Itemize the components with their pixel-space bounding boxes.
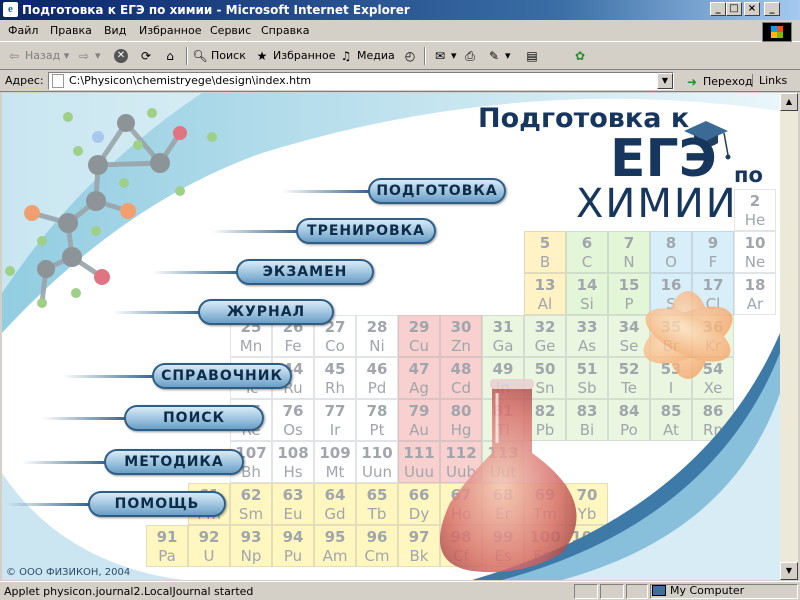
stop-button[interactable]: ✕ <box>114 47 131 65</box>
menu-connector <box>22 461 110 464</box>
back-button[interactable]: ⇦ Назад ▾ <box>6 47 69 65</box>
windows-logo-icon <box>762 22 792 42</box>
go-arrow-icon: ➜ <box>686 75 698 89</box>
menu-bar: Файл Правка Вид Избранное Сервис Справка <box>0 20 800 42</box>
doc-minimize-button[interactable]: _ <box>764 2 780 16</box>
forward-button[interactable]: ⇨ ▾ <box>76 47 101 65</box>
go-button[interactable]: ➜ Переход <box>684 74 753 90</box>
stop-icon: ✕ <box>114 49 128 63</box>
home-button[interactable]: ⌂ <box>162 47 181 65</box>
window-title: Подготовка к ЕГЭ по химии - Microsoft In… <box>22 3 410 17</box>
menu-trenirovka[interactable]: ТРЕНИРОВКА <box>296 218 436 244</box>
page-content: 2 He 5 B 6 C 7 N 8 O 9 F 10 Ne 13 Al 14 Si 15 P 16 S 17 Cl 18 Ar 2… <box>2 93 780 580</box>
menu-connector <box>42 417 130 420</box>
media-button[interactable]: ♫ Медиа <box>338 47 395 65</box>
edit-icon: ✎ <box>488 49 500 63</box>
print-button[interactable]: ⎙ <box>462 47 481 65</box>
refresh-icon: ⟳ <box>140 49 152 63</box>
menu-help[interactable]: Справка <box>261 24 309 37</box>
home-icon: ⌂ <box>166 49 174 63</box>
status-pane <box>600 584 624 599</box>
menu-podgotovka[interactable]: ПОДГОТОВКА <box>368 178 506 204</box>
menu-connector <box>152 271 242 274</box>
menu-pomosch[interactable]: ПОМОЩЬ <box>88 491 226 517</box>
heading-ege: ЕГЭ <box>610 129 717 189</box>
menu-connector <box>112 311 206 314</box>
edit-button[interactable]: ✎ ▾ <box>486 47 511 65</box>
address-label: Адрес: <box>5 74 44 87</box>
scroll-up-button[interactable]: ▲ <box>780 93 798 111</box>
discuss-icon: ▤ <box>526 49 538 63</box>
back-arrow-icon: ⇦ <box>8 49 20 63</box>
favorites-icon: ★ <box>256 49 268 63</box>
status-text: Applet physicon.journal2.LocalJournal st… <box>4 585 254 598</box>
menu-tools[interactable]: Сервис <box>210 24 251 37</box>
mail-icon: ✉ <box>434 49 446 63</box>
address-bar: Адрес: C:\Physicon\chemistryege\design\i… <box>0 70 800 92</box>
toolbar-separator <box>186 47 188 65</box>
standard-toolbar: ⇦ Назад ▾ ⇨ ▾ ✕ ⟳ ⌂ 🔍︎ Поиск ★ Избранное ♫ Ме… <box>0 42 800 70</box>
menu-connector <box>62 375 158 378</box>
discuss-button[interactable]: ▤ <box>524 47 543 65</box>
menu-spravochnik[interactable]: СПРАВОЧНИК <box>152 363 292 389</box>
links-button[interactable]: Links <box>752 74 787 87</box>
favorites-button[interactable]: ★ Избранное <box>254 47 336 65</box>
maximize-button[interactable]: □ <box>726 2 742 16</box>
mail-button[interactable]: ✉ ▾ <box>432 47 457 65</box>
menu-edit[interactable]: Правка <box>50 24 92 37</box>
zone-indicator: My Computer <box>650 584 744 599</box>
menu-poisk[interactable]: ПОИСК <box>124 405 264 431</box>
status-pane <box>626 584 648 599</box>
computer-icon <box>652 585 666 596</box>
search-button[interactable]: 🔍︎ Поиск <box>192 47 245 65</box>
minimize-button[interactable]: _ <box>710 2 726 16</box>
scroll-down-button[interactable]: ▼ <box>780 562 798 580</box>
messenger-button[interactable]: ✿ <box>572 47 591 65</box>
status-pane <box>574 584 598 599</box>
menu-zhurnal[interactable]: ЖУРНАЛ <box>198 299 334 325</box>
menu-connector <box>212 230 302 233</box>
address-input[interactable]: C:\Physicon\chemistryege\design\index.ht… <box>48 72 674 90</box>
heading-po: по <box>734 163 763 187</box>
ie-page-icon: e <box>3 2 18 17</box>
menu-connector <box>6 503 92 506</box>
window-titlebar[interactable]: e Подготовка к ЕГЭ по химии - Microsoft … <box>0 0 800 20</box>
menu-view[interactable]: Вид <box>104 24 126 37</box>
history-icon: ◴ <box>404 49 416 63</box>
copyright-text: © ООО ФИЗИКОН, 2004 <box>6 567 131 578</box>
media-icon: ♫ <box>340 49 352 63</box>
forward-arrow-icon: ⇨ <box>78 49 90 63</box>
print-icon: ⎙ <box>465 49 475 63</box>
address-dropdown-button[interactable]: ▼ <box>657 73 673 89</box>
history-button[interactable]: ◴ <box>402 47 421 65</box>
menu-favorites[interactable]: Избранное <box>139 24 201 37</box>
menu-metodika[interactable]: МЕТОДИКА <box>104 449 244 475</box>
menu-ekzamen[interactable]: ЭКЗАМЕН <box>236 259 374 285</box>
vertical-scrollbar[interactable]: ▲ ▼ <box>780 93 798 580</box>
toolbar-separator <box>424 47 426 65</box>
file-icon <box>52 74 64 88</box>
heading-chemistry: ХИМИИ <box>576 181 738 227</box>
messenger-icon: ✿ <box>574 49 586 63</box>
refresh-button[interactable]: ⟳ <box>138 47 157 65</box>
close-button[interactable]: × <box>744 2 760 16</box>
search-icon: 🔍︎ <box>192 49 208 63</box>
menu-file[interactable]: Файл <box>8 24 38 37</box>
address-value: C:\Physicon\chemistryege\design\index.ht… <box>69 74 312 87</box>
menu-connector <box>282 190 372 193</box>
status-bar: Applet physicon.journal2.LocalJournal st… <box>0 581 800 600</box>
